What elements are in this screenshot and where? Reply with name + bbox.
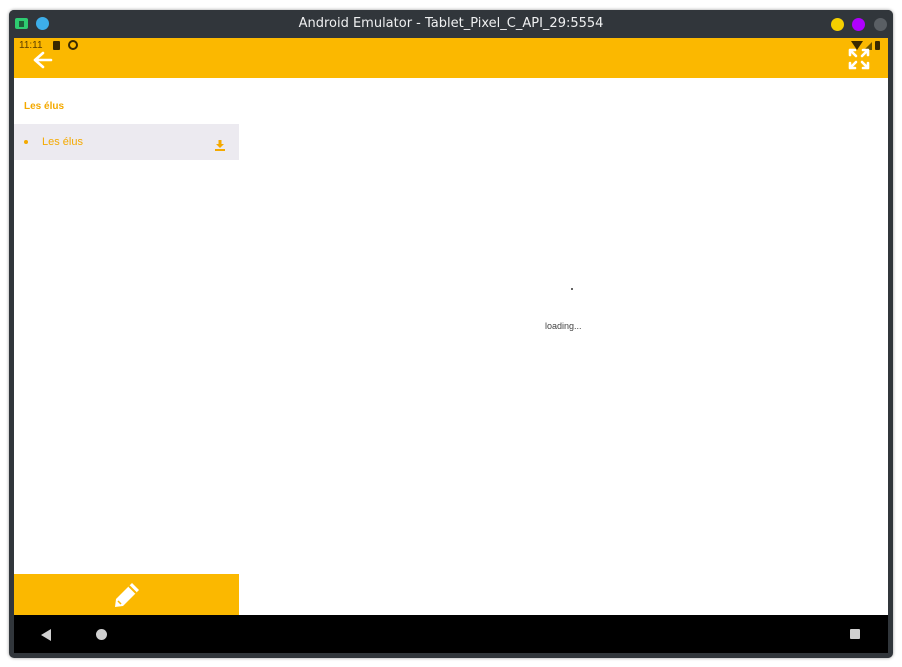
sd-card-icon [53,41,60,50]
pencil-icon [115,583,139,607]
back-button[interactable] [29,49,53,71]
nav-back-button[interactable] [41,629,51,641]
document-item[interactable]: Les élus [14,124,239,160]
edit-button[interactable] [14,574,239,615]
bullet-icon [24,140,28,144]
document-item-label: Les élus [42,136,83,148]
device-screen: 11:11 Les élus Les élus loading... [14,38,888,653]
download-icon [215,140,225,151]
fullscreen-expand-icon [848,48,870,70]
minimize-button[interactable] [831,18,844,31]
documents-sidebar: Les élus Les élus [14,78,239,614]
nav-recents-button[interactable] [850,629,860,639]
emulator-window: Android Emulator - Tablet_Pixel_C_API_29… [9,10,893,658]
sync-icon [68,40,78,50]
loading-text: loading... [545,321,582,331]
document-viewer: loading... [239,78,888,615]
window-titlebar: Android Emulator - Tablet_Pixel_C_API_29… [9,10,893,38]
app-toolbar: 11:11 [14,38,888,78]
download-button[interactable] [215,136,225,151]
nav-home-button[interactable] [96,629,107,640]
sidebar-section-title: Les élus [24,101,65,112]
battery-icon [875,41,880,50]
arrow-left-icon [33,51,53,69]
android-nav-bar [14,615,888,653]
loading-spinner [571,288,573,290]
fullscreen-button[interactable] [848,48,870,70]
window-title: Android Emulator - Tablet_Pixel_C_API_29… [298,16,604,31]
maximize-button[interactable] [852,18,865,31]
close-button[interactable] [874,18,887,31]
